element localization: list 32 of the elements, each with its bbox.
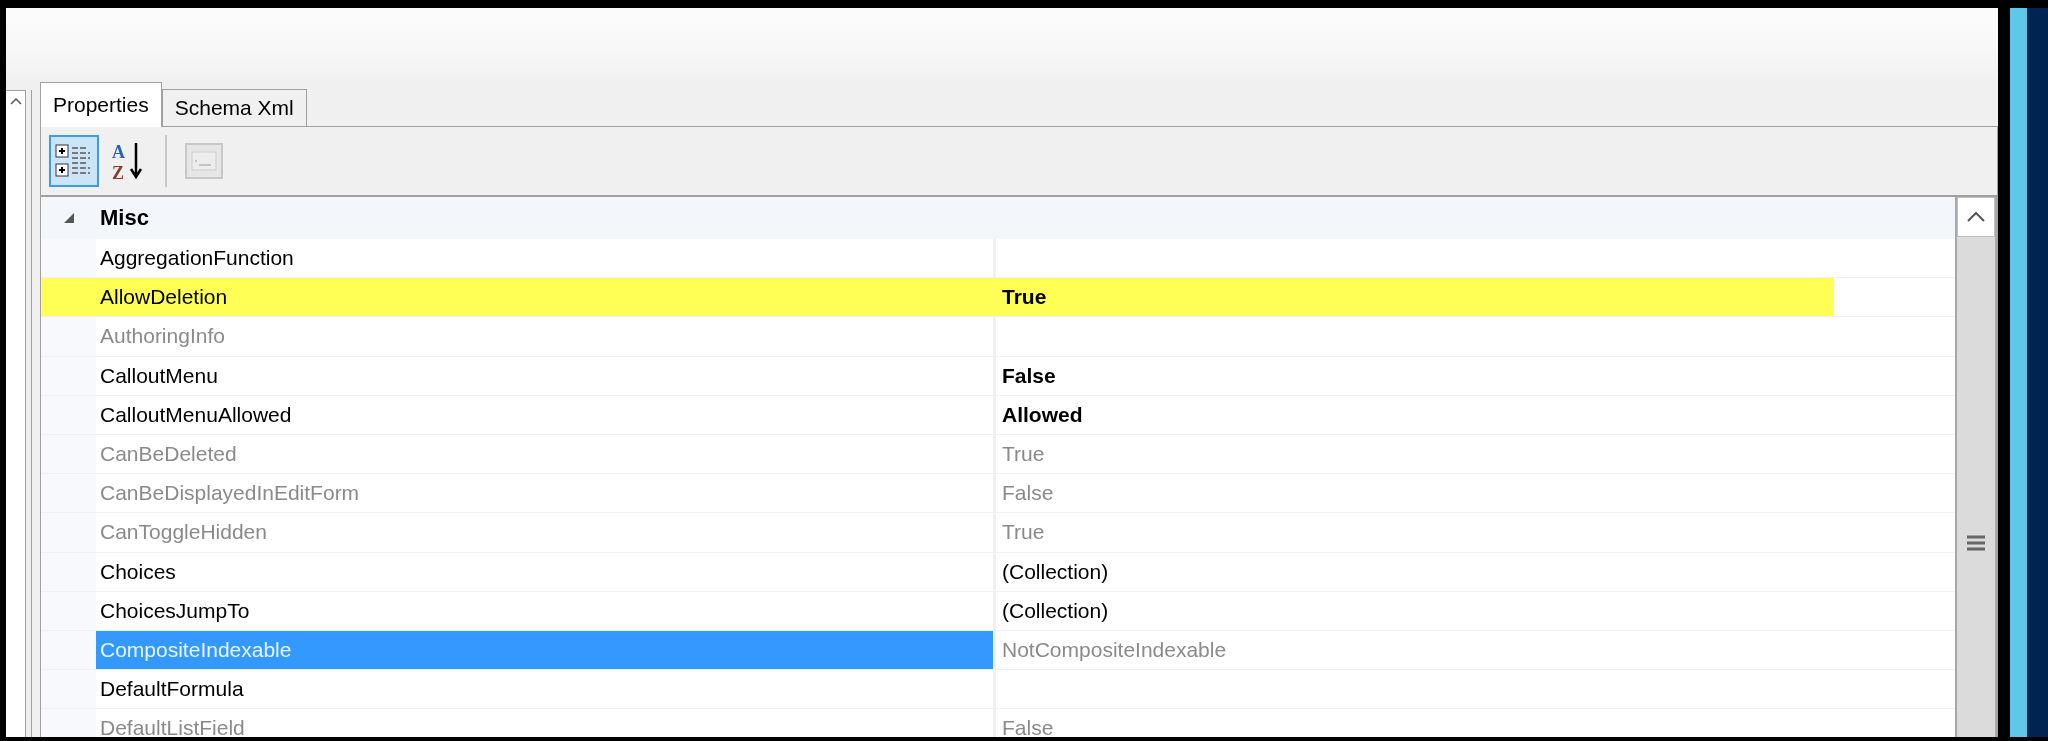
chevron-up-icon [1967,212,1985,222]
scroll-up-icon[interactable] [9,97,22,105]
property-value: False [1001,715,1055,737]
scroll-up-button[interactable] [1957,197,1995,237]
tab[interactable]: Schema Xml [161,89,307,127]
property-name: AllowDeletion [99,284,229,311]
property-value: True [1001,441,1046,468]
property-value: False [1001,480,1055,507]
property-value: True [1001,284,1048,311]
category-label: Misc [99,205,150,231]
toolbar-button[interactable] [49,135,99,187]
property-row[interactable]: Choices (Collection) [41,552,1955,592]
highlighted-property-row[interactable]: AllowDeletion True [41,278,1955,318]
property-value: (Collection) [1001,558,1110,585]
property-row[interactable]: ChoicesJumpTo (Collection) [41,591,1955,631]
property-row[interactable]: AggregationFunction [41,239,1955,279]
property-row[interactable]: CalloutMenu False [41,356,1955,396]
property-pages-icon [184,142,224,180]
property-value: Allowed [1001,401,1084,428]
property-name: DefaultListField [96,709,996,737]
property-value: (Collection) [1001,597,1110,624]
property-row[interactable]: CalloutMenuAllowed Allowed [41,395,1955,435]
category-row[interactable]: Misc [41,197,1955,239]
property-value: False [1001,362,1057,389]
vertical-scrollbar[interactable] [1955,197,1997,737]
property-value: NotCompositeIndexable [1001,636,1228,663]
property-name: CompositeIndexable [96,630,996,670]
property-row[interactable]: DefaultFormula [41,670,1955,710]
tab[interactable]: Properties [40,82,162,127]
collapse-triangle-icon[interactable] [62,212,75,224]
grip-icon[interactable] [1967,535,1985,551]
property-value: True [1001,519,1046,546]
